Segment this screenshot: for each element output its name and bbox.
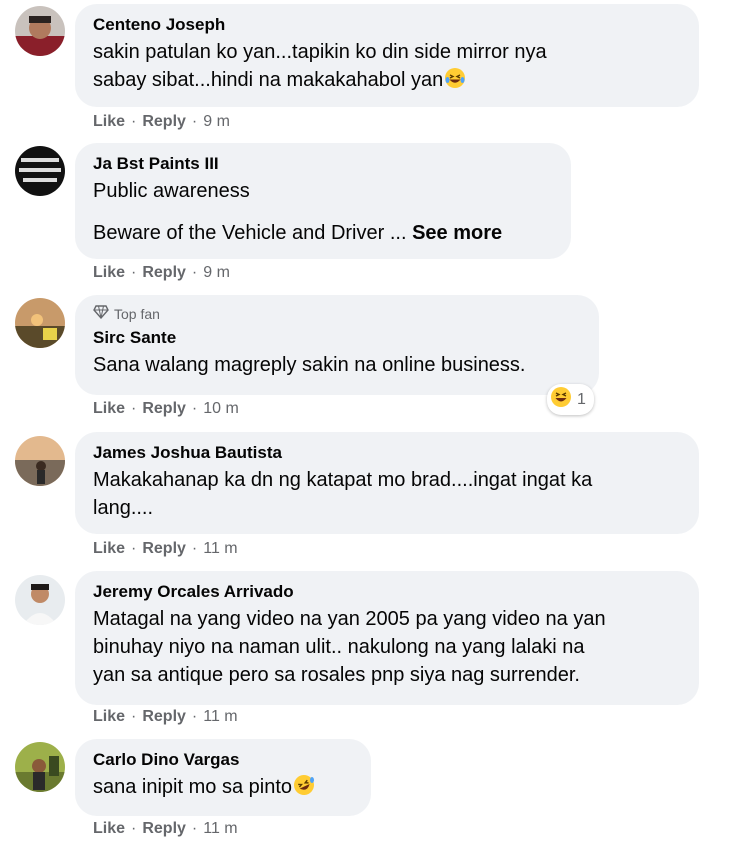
comment-bubble: Top fan Sirc Sante Sana walang magreply … [75, 295, 599, 395]
comment-actions: Like · Reply · 11 m [93, 820, 238, 837]
comment-actions: Like · Reply · 11 m [93, 708, 238, 725]
reply-button[interactable]: Reply [142, 540, 186, 557]
reaction-count[interactable]: 1 [547, 384, 594, 415]
comment-line: Makakahanap ka dn ng katapat mo brad....… [93, 469, 593, 491]
reply-button[interactable]: Reply [142, 820, 186, 837]
comment-actions: Like · Reply · 10 m [93, 400, 239, 417]
comment-bubble: Carlo Dino Vargas sana inipit mo sa pint… [75, 739, 371, 816]
comment-bubble: Jeremy Orcales Arrivado Matagal na yang … [75, 571, 699, 705]
comment-line: sakin patulan ko yan...tapikin ko din si… [93, 41, 547, 63]
avatar[interactable] [15, 575, 65, 625]
avatar[interactable] [15, 298, 65, 348]
comment-author[interactable]: Jeremy Orcales Arrivado [93, 581, 681, 603]
comment-timestamp[interactable]: 11 m [203, 540, 237, 557]
comment-text: Makakahanap ka dn ng katapat mo brad....… [93, 466, 681, 522]
comment-text: Matagal na yang video na yan 2005 pa yan… [93, 605, 681, 689]
comment-bubble: Centeno Joseph sakin patulan ko yan...ta… [75, 4, 699, 107]
comment-text: Sana walang magreply sakin na online bus… [93, 354, 526, 376]
comment-timestamp[interactable]: 11 m [203, 708, 237, 725]
avatar[interactable] [15, 742, 65, 792]
top-fan-badge: Top fan [93, 305, 581, 323]
reply-button[interactable]: Reply [142, 113, 186, 130]
avatar[interactable] [15, 436, 65, 486]
comment-actions: Like · Reply · 9 m [93, 264, 230, 281]
like-button[interactable]: Like [93, 400, 125, 417]
like-button[interactable]: Like [93, 820, 125, 837]
haha-reaction-icon [550, 386, 572, 413]
laughing-tears-emoji-icon [444, 67, 466, 97]
avatar[interactable] [15, 146, 65, 196]
reply-button[interactable]: Reply [142, 708, 186, 725]
diamond-icon [93, 305, 109, 323]
comment-author[interactable]: Sirc Sante [93, 327, 581, 349]
comment-timestamp[interactable]: 9 m [203, 113, 230, 130]
comment-actions: Like · Reply · 9 m [93, 113, 230, 130]
comment-line: binuhay niyo na naman ulit.. nakulong na… [93, 636, 585, 658]
see-more-link[interactable]: See more [412, 222, 502, 244]
comment-text: Beware of the Vehicle and Driver ... See… [93, 222, 503, 244]
comment-line: sabay sibat...hindi na makakahabol yan [93, 69, 444, 91]
comment-timestamp[interactable]: 10 m [203, 400, 239, 417]
comment-timestamp[interactable]: 9 m [203, 264, 230, 281]
avatar[interactable] [15, 6, 65, 56]
comment-author[interactable]: Ja Bst Paints III [93, 153, 553, 175]
comment-author[interactable]: Centeno Joseph [93, 14, 681, 36]
like-button[interactable]: Like [93, 264, 125, 281]
comment-author[interactable]: James Joshua Bautista [93, 442, 681, 464]
comment-bubble: Ja Bst Paints III Public awareness Bewar… [75, 143, 571, 259]
comment-line: Matagal na yang video na yan 2005 pa yan… [93, 608, 606, 630]
comment-line: yan sa antique pero sa rosales pnp siya … [93, 664, 580, 686]
comment-timestamp[interactable]: 11 m [203, 820, 237, 837]
comment-actions: Like · Reply · 11 m [93, 540, 238, 557]
like-button[interactable]: Like [93, 708, 125, 725]
reply-button[interactable]: Reply [142, 264, 186, 281]
like-button[interactable]: Like [93, 540, 125, 557]
comment-text: Public awareness [93, 180, 250, 202]
reply-button[interactable]: Reply [142, 400, 186, 417]
comment-text: sakin patulan ko yan...tapikin ko din si… [93, 38, 681, 97]
like-button[interactable]: Like [93, 113, 125, 130]
comment-author[interactable]: Carlo Dino Vargas [93, 749, 353, 771]
rolling-laughing-emoji-icon [293, 774, 315, 804]
comment-line: lang.... [93, 497, 154, 519]
comment-bubble: James Joshua Bautista Makakahanap ka dn … [75, 432, 699, 534]
comment-text: sana inipit mo sa pinto [93, 773, 353, 804]
